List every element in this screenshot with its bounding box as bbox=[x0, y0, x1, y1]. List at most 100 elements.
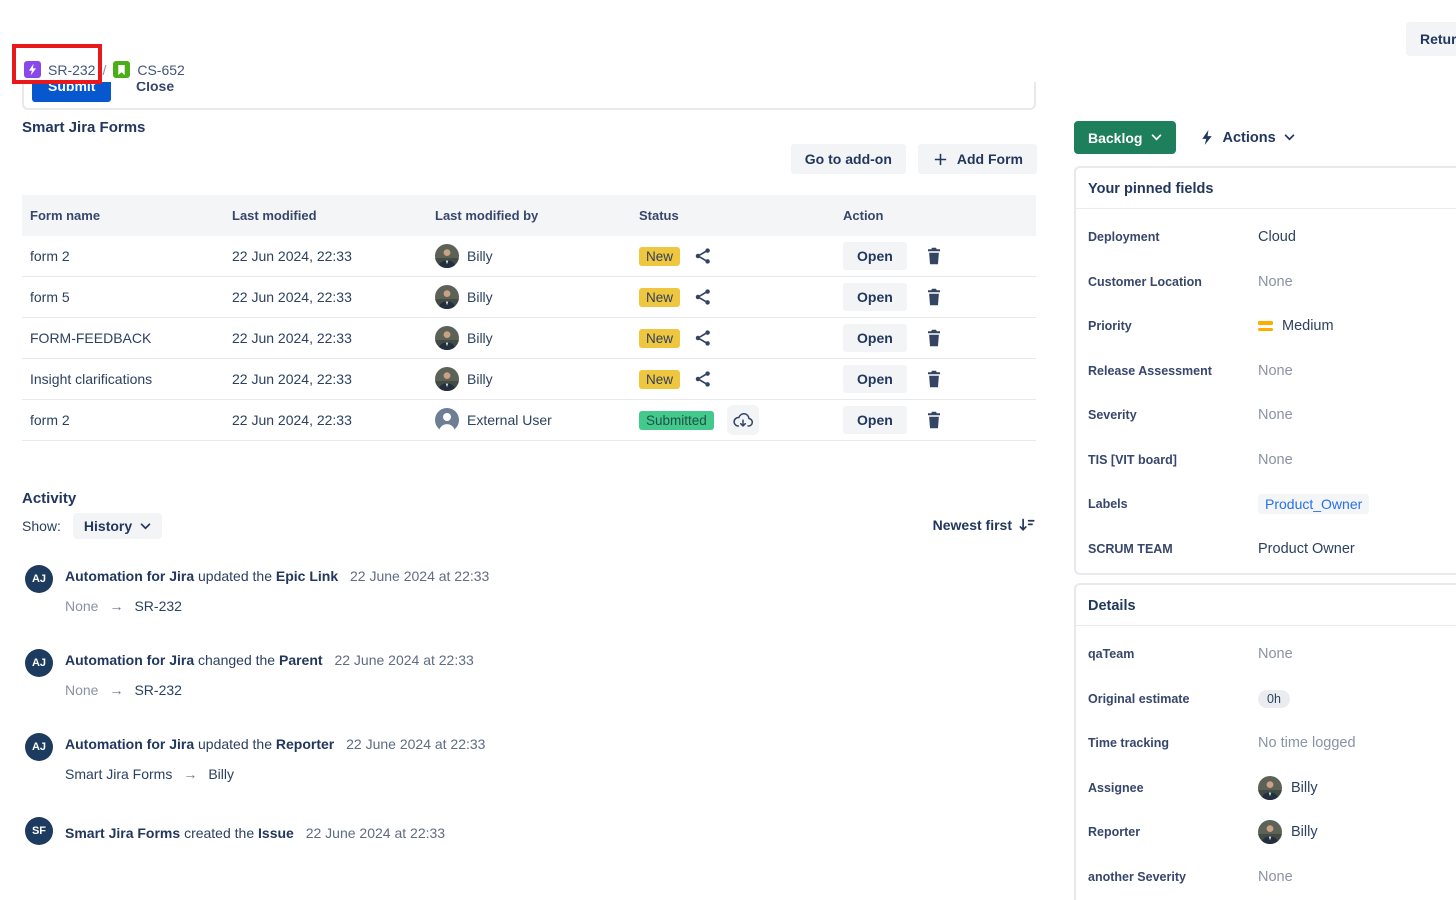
actor-avatar: AJ bbox=[25, 733, 53, 761]
modified-by-name: Billy bbox=[467, 289, 493, 305]
status-badge: New bbox=[639, 247, 680, 266]
trash-icon[interactable] bbox=[925, 410, 943, 430]
field-assignee: Assignee Billy bbox=[1088, 766, 1456, 811]
modified-by-name: Billy bbox=[467, 330, 493, 346]
activity-summary: Smart Jira Forms created the Issue 22 Ju… bbox=[65, 824, 445, 842]
trash-icon[interactable] bbox=[925, 246, 943, 266]
status-badge: Submitted bbox=[639, 411, 714, 430]
breadcrumb-parent-key[interactable]: SR-232 bbox=[48, 62, 95, 78]
forms-table: Form name Last modified Last modified by… bbox=[22, 195, 1036, 441]
activity-change: None → SR-232 bbox=[65, 597, 489, 615]
field-value[interactable]: None bbox=[1258, 452, 1456, 468]
story-icon bbox=[113, 61, 130, 78]
breadcrumb-parent-issue[interactable]: SR-232 bbox=[24, 61, 95, 78]
arrow-right-icon: → bbox=[109, 597, 123, 615]
activity-verb: changed the bbox=[198, 652, 275, 668]
field-another-severity: another Severity None bbox=[1088, 855, 1456, 900]
field-value[interactable]: None bbox=[1258, 646, 1456, 662]
field-value[interactable]: None bbox=[1258, 407, 1456, 423]
field-value-text: None bbox=[1258, 274, 1293, 290]
activity-item: AJ Automation for Jira updated the Epic … bbox=[25, 565, 1025, 615]
share-icon[interactable] bbox=[693, 287, 713, 307]
activity-field: Epic Link bbox=[276, 568, 338, 584]
share-icon[interactable] bbox=[693, 246, 713, 266]
download-responses-icon[interactable] bbox=[727, 405, 759, 435]
details-panel: Details qaTeam None Original estimate 0h… bbox=[1074, 583, 1456, 900]
add-form-button[interactable]: Add Form bbox=[918, 144, 1037, 174]
actions-dropdown[interactable]: Actions bbox=[1200, 129, 1294, 146]
col-status: Status bbox=[631, 208, 835, 223]
breadcrumb-current-issue[interactable]: CS-652 bbox=[113, 61, 184, 78]
open-button[interactable]: Open bbox=[843, 324, 907, 352]
activity-field: Issue bbox=[258, 825, 294, 841]
field-value-text: None bbox=[1258, 407, 1293, 423]
details-title: Details bbox=[1076, 585, 1456, 626]
activity-summary: Automation for Jira changed the Parent 2… bbox=[65, 651, 474, 669]
arrow-right-icon: → bbox=[183, 765, 197, 783]
activity-feed: AJ Automation for Jira updated the Epic … bbox=[25, 565, 1025, 879]
goto-addon-button[interactable]: Go to add-on bbox=[791, 144, 906, 174]
field-value[interactable]: None bbox=[1258, 363, 1456, 379]
field-label: Release Assessment bbox=[1088, 364, 1258, 378]
change-to: SR-232 bbox=[134, 681, 181, 699]
table-row: form 2 22 Jun 2024, 22:33 Billy New Open bbox=[22, 236, 1036, 277]
open-button[interactable]: Open bbox=[843, 406, 907, 434]
form-modified: 22 Jun 2024, 22:33 bbox=[224, 248, 427, 264]
share-icon[interactable] bbox=[693, 369, 713, 389]
activity-filter-row: Show: History bbox=[22, 513, 162, 539]
field-priority: Priority Medium bbox=[1088, 304, 1456, 349]
assignee-avatar bbox=[1258, 776, 1282, 800]
open-button[interactable]: Open bbox=[843, 283, 907, 311]
form-name: form 5 bbox=[22, 289, 224, 305]
field-value[interactable]: No time logged bbox=[1258, 735, 1456, 751]
open-button[interactable]: Open bbox=[843, 242, 907, 270]
field-value-text: Billy bbox=[1291, 824, 1318, 840]
trash-icon[interactable] bbox=[925, 328, 943, 348]
field-value[interactable]: Cloud bbox=[1258, 229, 1456, 245]
col-last-modified-by: Last modified by bbox=[427, 208, 631, 223]
sort-order-toggle[interactable]: Newest first bbox=[880, 517, 1035, 533]
status-dropdown-backlog[interactable]: Backlog bbox=[1074, 121, 1176, 154]
field-value[interactable]: Medium bbox=[1258, 318, 1456, 334]
field-scrum-team: SCRUM TEAM Product Owner bbox=[1088, 527, 1456, 572]
field-value-text: Billy bbox=[1291, 780, 1318, 796]
field-value[interactable]: None bbox=[1258, 274, 1456, 290]
change-from: None bbox=[65, 597, 98, 615]
field-value[interactable]: Product Owner bbox=[1258, 541, 1456, 557]
activity-verb: updated the bbox=[198, 736, 272, 752]
lightning-icon bbox=[1200, 129, 1214, 146]
field-value[interactable]: Billy bbox=[1258, 776, 1456, 800]
epic-icon bbox=[24, 61, 41, 78]
forms-table-header: Form name Last modified Last modified by… bbox=[22, 195, 1036, 236]
change-from: Smart Jira Forms bbox=[65, 765, 172, 783]
share-icon[interactable] bbox=[693, 328, 713, 348]
chevron-down-icon bbox=[1284, 134, 1295, 141]
trash-icon[interactable] bbox=[925, 287, 943, 307]
pinned-fields-panel: Your pinned fields Deployment Cloud Cust… bbox=[1074, 166, 1456, 575]
field-severity: Severity None bbox=[1088, 393, 1456, 438]
table-row: Insight clarifications 22 Jun 2024, 22:3… bbox=[22, 359, 1036, 400]
return-button[interactable]: Return bbox=[1406, 22, 1456, 56]
breadcrumb-current-key[interactable]: CS-652 bbox=[137, 62, 184, 78]
field-value[interactable]: Billy bbox=[1258, 820, 1456, 844]
activity-actor: Automation for Jira bbox=[65, 568, 194, 584]
history-filter-dropdown[interactable]: History bbox=[73, 513, 162, 539]
change-to: Billy bbox=[208, 765, 234, 783]
user-avatar bbox=[435, 244, 459, 268]
forms-section-title: Smart Jira Forms bbox=[22, 119, 145, 136]
field-label: Reporter bbox=[1088, 825, 1258, 839]
form-name: Insight clarifications bbox=[22, 371, 224, 387]
field-customer-location: Customer Location None bbox=[1088, 260, 1456, 305]
field-reporter: Reporter Billy bbox=[1088, 810, 1456, 855]
activity-field: Reporter bbox=[276, 736, 334, 752]
trash-icon[interactable] bbox=[925, 369, 943, 389]
label-chip-link[interactable]: Product_Owner bbox=[1258, 494, 1369, 514]
field-label: Priority bbox=[1088, 319, 1258, 333]
field-value[interactable]: 0h bbox=[1258, 690, 1456, 708]
user-avatar bbox=[435, 367, 459, 391]
open-button[interactable]: Open bbox=[843, 365, 907, 393]
field-original-estimate: Original estimate 0h bbox=[1088, 677, 1456, 722]
field-label: SCRUM TEAM bbox=[1088, 542, 1258, 556]
pinned-fields-title: Your pinned fields bbox=[1076, 168, 1456, 209]
field-value[interactable]: None bbox=[1258, 869, 1456, 885]
